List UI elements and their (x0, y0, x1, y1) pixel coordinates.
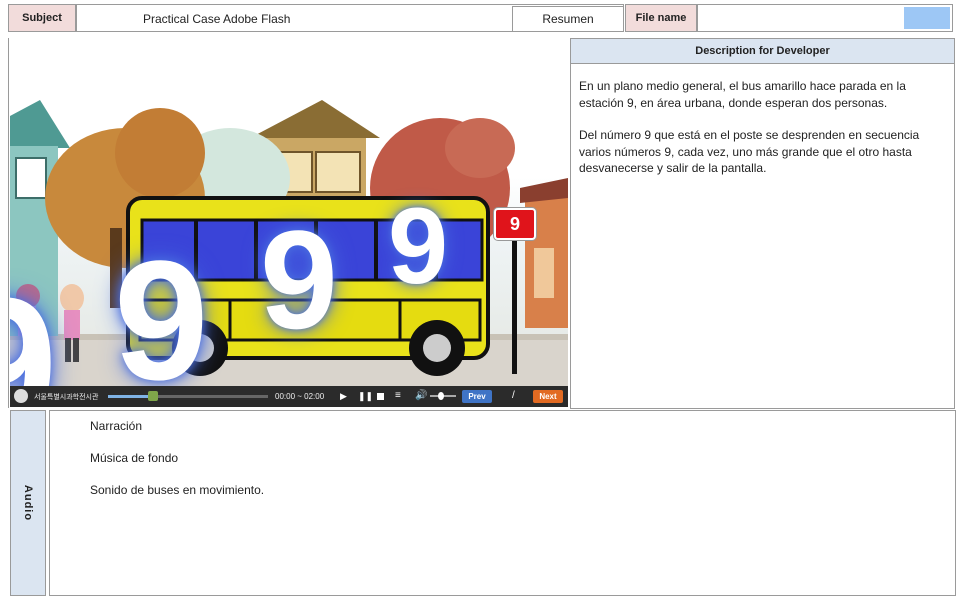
logo-text: 서울특별시과학전시관 (34, 394, 99, 401)
page-separator: / (512, 390, 515, 401)
audio-item: Sonido de buses en movimiento. (90, 483, 265, 497)
audio-panel: Narración Música de fondo Sonido de buse… (49, 410, 956, 596)
next-button[interactable]: Next (533, 390, 563, 403)
description-paragraph: Del número 9 que está en el poste se des… (579, 128, 920, 175)
frame-left-border (8, 38, 9, 408)
subject-label: Subject (8, 4, 76, 32)
volume-icon[interactable]: 🔊 (415, 390, 427, 401)
audio-item: Música de fondo (90, 451, 179, 465)
animation-scene: 9 9 9 9 9 (10, 38, 568, 386)
progress-track[interactable] (108, 395, 268, 398)
description-paragraph: En un plano medio general, el bus amaril… (579, 79, 906, 110)
floating-number-small: 9 (388, 185, 449, 306)
audio-item: Narración (90, 419, 143, 433)
filename-swatch (904, 7, 950, 29)
description-title: Description for Developer (570, 38, 955, 64)
floating-number-large: 9 (114, 226, 209, 386)
description-body: En un plano medio general, el bus amaril… (570, 64, 955, 409)
resumen-button[interactable]: Resumen (512, 6, 624, 32)
logo-icon (14, 389, 28, 403)
floating-number-xlarge: 9 (10, 270, 58, 386)
bus-stop-sign: 9 (494, 208, 536, 240)
filename-label: File name (625, 4, 697, 32)
player-controls: 서울특별시과학전시관 00:00 ~ 02:00 ▶ ❚❚ ≡ 🔊 Prev /… (10, 386, 568, 407)
pause-icon[interactable]: ❚❚ (358, 391, 373, 402)
play-icon[interactable]: ▶ (340, 391, 347, 402)
filename-field (697, 4, 953, 32)
stop-icon[interactable] (377, 393, 384, 400)
time-display: 00:00 ~ 02:00 (275, 392, 325, 401)
menu-icon[interactable]: ≡ (395, 390, 401, 401)
progress-handle[interactable] (147, 391, 158, 401)
floating-number-medium: 9 (260, 201, 338, 358)
audio-label: Audio (22, 484, 34, 522)
audio-label-column: Audio (10, 410, 46, 596)
subject-value: Practical Case Adobe Flash (143, 12, 291, 26)
volume-handle[interactable] (438, 392, 444, 400)
progress-fill (108, 395, 153, 398)
prev-button[interactable]: Prev (462, 390, 492, 403)
